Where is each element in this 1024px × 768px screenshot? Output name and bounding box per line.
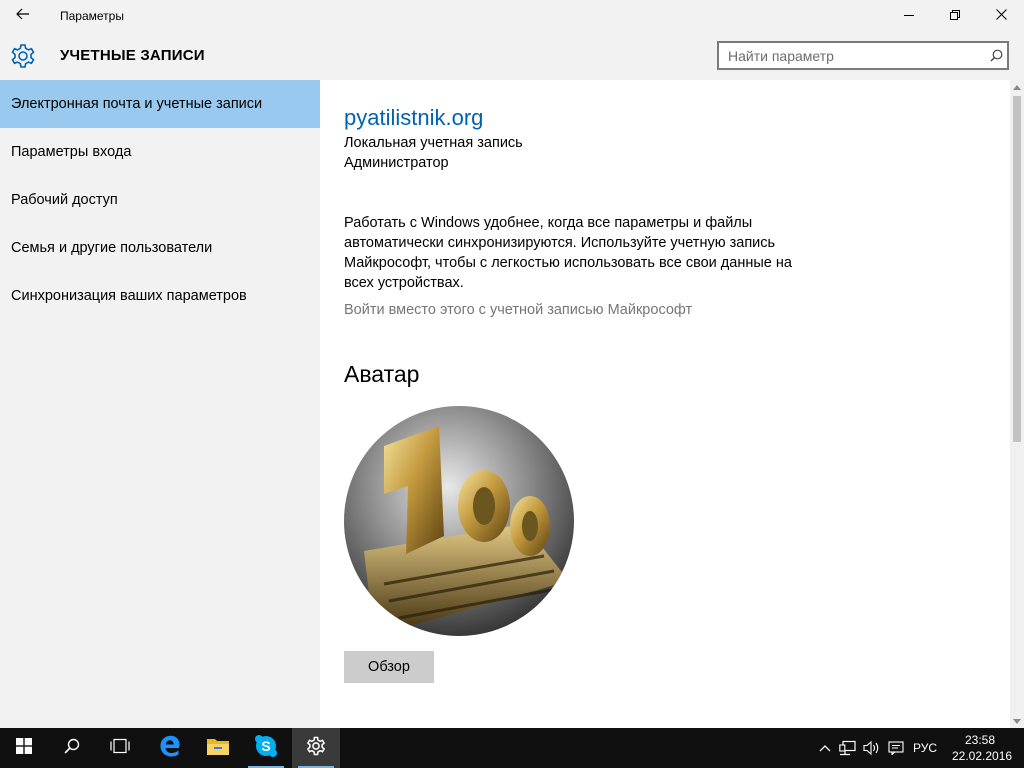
sidebar-item-label: Семья и другие пользователи <box>11 240 213 256</box>
settings-gear-icon <box>306 736 326 761</box>
file-explorer-icon <box>206 736 230 761</box>
content-pane: pyatilistnik.org Локальная учетная запис… <box>320 80 1010 728</box>
volume-icon[interactable] <box>862 738 882 758</box>
show-desktop-button[interactable] <box>1018 728 1024 768</box>
sidebar-item-label: Электронная почта и учетные записи <box>11 96 263 112</box>
maximize-button[interactable] <box>932 0 978 32</box>
search-input[interactable] <box>719 43 986 68</box>
sidebar-item-label: Рабочий доступ <box>11 192 118 208</box>
account-role: Администратор <box>344 155 449 171</box>
arrow-left-icon <box>16 7 30 25</box>
minimize-icon <box>904 7 914 25</box>
clock[interactable]: 23:58 22.02.2016 <box>952 732 1013 764</box>
edge-icon <box>159 735 181 762</box>
close-icon <box>995 7 1007 25</box>
minimize-button[interactable] <box>886 0 932 32</box>
search-icon <box>64 738 80 759</box>
svg-text:S: S <box>261 738 270 754</box>
taskbar: S РУС 23:58 22.02.2016 <box>0 728 1024 768</box>
sidebar-item-email-accounts[interactable]: Электронная почта и учетные записи <box>0 80 320 128</box>
sidebar-item-family-users[interactable]: Семья и другие пользователи <box>0 224 320 272</box>
input-language[interactable]: РУС <box>913 741 937 755</box>
sidebar-item-sync-settings[interactable]: Синхронизация ваших параметров <box>0 272 320 320</box>
taskbar-file-explorer[interactable] <box>194 728 242 768</box>
task-view-button[interactable] <box>96 728 144 768</box>
scrollbar[interactable] <box>1010 80 1024 728</box>
scroll-up-icon[interactable] <box>1010 80 1024 94</box>
taskbar-search-button[interactable] <box>48 728 96 768</box>
microsoft-account-signin-link[interactable]: Войти вместо этого с учетной записью Май… <box>344 302 692 318</box>
taskbar-settings[interactable] <box>292 728 340 768</box>
page-title: УЧЕТНЫЕ ЗАПИСИ <box>60 47 205 64</box>
account-type: Локальная учетная запись <box>344 135 523 151</box>
search-icon[interactable] <box>985 45 1007 67</box>
sidebar-item-label: Параметры входа <box>11 144 132 160</box>
window-title: Параметры <box>60 9 124 23</box>
microsoft-account-promo: Работать с Windows удобнее, когда все па… <box>344 215 792 291</box>
chevron-up-icon[interactable] <box>815 738 835 758</box>
scroll-down-icon[interactable] <box>1010 714 1024 728</box>
gear-icon <box>10 43 36 69</box>
clock-date: 22.02.2016 <box>952 749 1013 763</box>
taskbar-skype[interactable]: S <box>242 728 290 768</box>
title-bar: Параметры <box>0 0 1024 32</box>
windows-logo-icon <box>16 737 32 759</box>
network-icon[interactable] <box>838 738 858 758</box>
browse-button[interactable]: Обзор <box>344 651 434 683</box>
avatar-heading: Аватар <box>344 361 420 387</box>
search-box[interactable] <box>717 41 1009 70</box>
scroll-thumb[interactable] <box>1013 96 1021 442</box>
close-button[interactable] <box>978 0 1024 32</box>
sidebar-item-label: Синхронизация ваших параметров <box>11 288 247 304</box>
sidebar-item-work-access[interactable]: Рабочий доступ <box>0 176 320 224</box>
task-view-icon <box>109 738 131 759</box>
sidebar-item-sign-in-options[interactable]: Параметры входа <box>0 128 320 176</box>
notifications-icon[interactable] <box>886 738 906 758</box>
sidebar: Электронная почта и учетные записи Парам… <box>0 80 320 728</box>
back-button[interactable] <box>0 0 46 32</box>
start-button[interactable] <box>0 728 48 768</box>
taskbar-edge[interactable] <box>146 728 194 768</box>
clock-time: 23:58 <box>964 733 996 747</box>
avatar <box>344 406 574 636</box>
skype-icon: S <box>254 734 278 763</box>
restore-icon <box>950 7 960 25</box>
account-name: pyatilistnik.org <box>344 105 484 130</box>
